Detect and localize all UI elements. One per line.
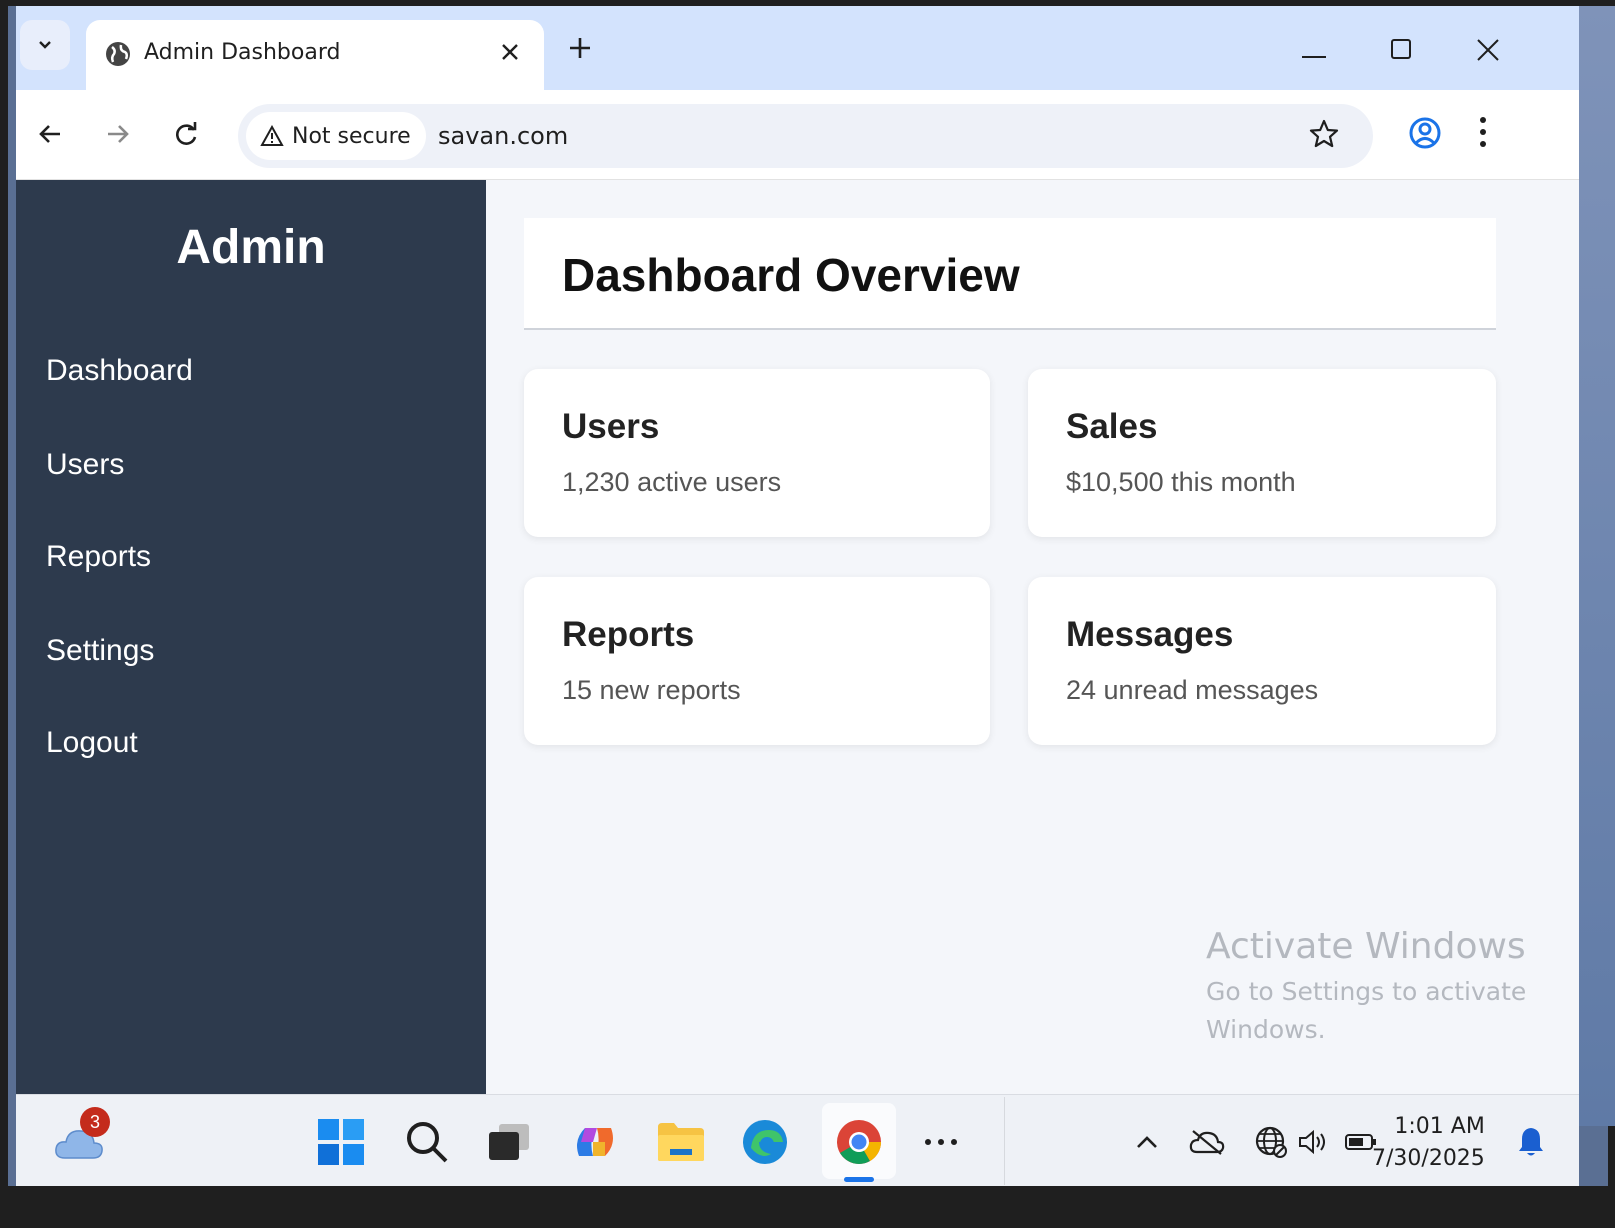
bell-icon <box>1519 1128 1543 1156</box>
sidebar-title: Admin <box>176 221 326 274</box>
tab-search-button[interactable] <box>20 20 70 70</box>
profile-icon[interactable] <box>1408 116 1442 155</box>
url-text[interactable]: savan.com <box>438 122 568 150</box>
stat-card-value: 15 new reports <box>562 675 741 705</box>
more-apps-button[interactable] <box>914 1115 968 1169</box>
windows-logo-icon <box>318 1119 364 1165</box>
activation-watermark: Activate Windows Go to Settings to activ… <box>1206 926 1546 1049</box>
file-explorer-button[interactable] <box>654 1115 708 1169</box>
search-icon <box>407 1122 448 1163</box>
notification-badge: 3 <box>80 1107 110 1137</box>
sidebar: Admin Dashboard Users Reports Settings L… <box>16 180 486 1126</box>
task-view-button[interactable] <box>482 1115 536 1169</box>
stat-card-label: Reports <box>562 615 695 654</box>
watermark-subtext: Go to Settings to activate Windows. <box>1206 977 1527 1044</box>
show-hidden-icons-button[interactable] <box>1120 1115 1174 1169</box>
main-content: Dashboard Overview Users 1,230 active us… <box>486 180 1579 1126</box>
system-clock[interactable]: 1:01 AM 7/30/2025 <box>1372 1111 1485 1175</box>
stat-card-label: Messages <box>1066 615 1234 654</box>
chrome-button[interactable] <box>832 1115 886 1169</box>
stat-card-value: 24 unread messages <box>1066 675 1319 705</box>
copilot-icon <box>577 1128 613 1156</box>
warning-triangle-icon <box>260 125 284 146</box>
page-title: Dashboard Overview <box>562 249 1020 301</box>
sidebar-item-reports[interactable]: Reports <box>46 540 151 574</box>
back-arrow-icon[interactable] <box>36 120 64 153</box>
address-bar[interactable]: Not secure savan.com <box>238 104 1373 168</box>
stat-card-messages[interactable]: Messages 24 unread messages <box>1028 577 1496 745</box>
stat-card-sales[interactable]: Sales $10,500 this month <box>1028 369 1496 537</box>
task-view-icon <box>489 1124 529 1160</box>
copilot-button[interactable] <box>568 1115 622 1169</box>
chevron-up-icon <box>1137 1136 1157 1148</box>
minimize-icon[interactable] <box>1302 46 1326 64</box>
start-button[interactable] <box>314 1115 368 1169</box>
more-menu-icon[interactable] <box>1478 116 1488 153</box>
sidebar-item-users[interactable]: Users <box>46 448 124 482</box>
ellipsis-icon <box>925 1139 957 1145</box>
bookmark-star-icon[interactable] <box>1308 118 1340 155</box>
clock-time: 1:01 AM <box>1394 1114 1485 1139</box>
chrome-icon <box>837 1120 881 1164</box>
clock-date: 7/30/2025 <box>1372 1146 1485 1171</box>
globe-network-icon <box>1255 1126 1287 1158</box>
search-button[interactable] <box>400 1115 454 1169</box>
reload-icon[interactable] <box>172 120 200 153</box>
stat-card-reports[interactable]: Reports 15 new reports <box>524 577 990 745</box>
close-tab-icon[interactable] <box>498 40 522 69</box>
security-label: Not secure <box>292 123 411 149</box>
close-window-icon[interactable] <box>1476 38 1500 67</box>
edge-button[interactable] <box>738 1115 792 1169</box>
globe-icon <box>104 40 132 73</box>
stat-card-value: 1,230 active users <box>562 467 782 497</box>
page-header: Dashboard Overview <box>524 218 1496 330</box>
stat-card-value: $10,500 this month <box>1066 467 1296 497</box>
sidebar-item-dashboard[interactable]: Dashboard <box>46 354 193 388</box>
onedrive-status[interactable] <box>1180 1115 1234 1169</box>
watermark-heading: Activate Windows <box>1206 926 1526 967</box>
desktop-background-strip <box>1579 6 1615 1126</box>
stat-card-users[interactable]: Users 1,230 active users <box>524 369 990 537</box>
sidebar-item-logout[interactable]: Logout <box>46 726 138 760</box>
new-tab-icon[interactable] <box>568 36 592 65</box>
tab-strip: Admin Dashboard <box>16 6 1579 90</box>
speaker-icon <box>1299 1129 1325 1155</box>
stat-card-label: Users <box>562 407 660 446</box>
screen-bottom-edge <box>0 1186 1615 1228</box>
forward-arrow-icon[interactable] <box>104 120 132 153</box>
stat-card-label: Sales <box>1066 407 1158 446</box>
browser-toolbar: Not secure savan.com <box>16 90 1579 180</box>
edge-icon <box>743 1120 787 1164</box>
taskbar-divider <box>1004 1097 1005 1185</box>
taskbar: 3 1:01 AM 7/30/2025 <box>16 1094 1579 1186</box>
security-indicator[interactable]: Not secure <box>246 112 426 160</box>
notifications-button[interactable] <box>1504 1115 1558 1169</box>
cloud-off-icon <box>1189 1130 1225 1155</box>
chevron-down-icon <box>39 41 51 49</box>
browser-window: Admin Dashboard Not secure savan.com Adm… <box>16 6 1579 1126</box>
tab-admin-dashboard[interactable]: Admin Dashboard <box>86 20 544 90</box>
maximize-icon[interactable] <box>1390 38 1412 65</box>
tab-title: Admin Dashboard <box>144 40 341 65</box>
folder-icon <box>658 1123 704 1161</box>
web-page: Admin Dashboard Users Reports Settings L… <box>16 180 1579 1126</box>
sidebar-item-settings[interactable]: Settings <box>46 634 154 668</box>
active-app-indicator <box>844 1177 874 1182</box>
